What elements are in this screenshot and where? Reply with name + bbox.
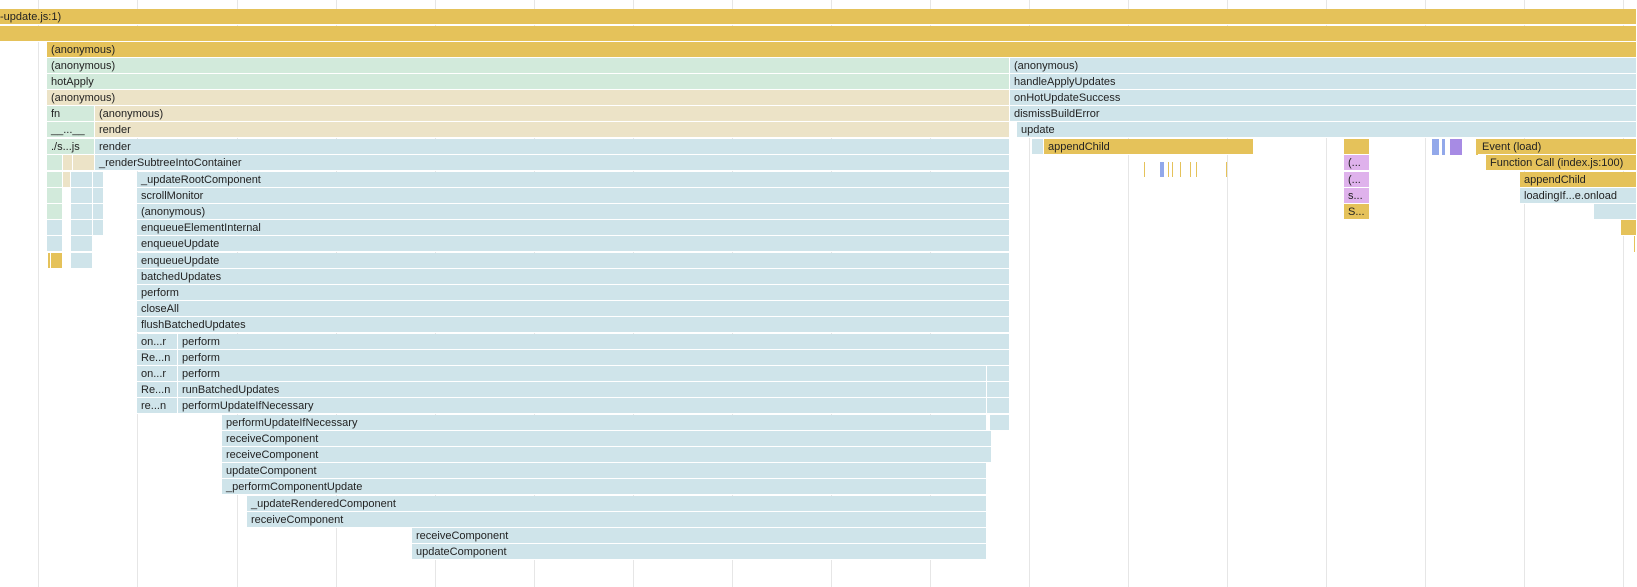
frame-tick bbox=[1160, 162, 1164, 177]
frame-rendersubtreeintocontainer[interactable]: _renderSubtreeIntoContainer bbox=[95, 155, 1010, 171]
frame-small[interactable] bbox=[71, 220, 93, 236]
grid-line bbox=[38, 0, 39, 587]
frame-S[interactable]: S... bbox=[1344, 204, 1370, 220]
frame-tick bbox=[1226, 162, 1227, 177]
frame-closeall[interactable]: closeAll bbox=[137, 301, 1010, 317]
frame-perform[interactable]: perform bbox=[178, 350, 1010, 366]
frame-small[interactable] bbox=[1621, 220, 1637, 236]
frame-on-r[interactable]: on...r bbox=[137, 366, 178, 382]
frame-small[interactable] bbox=[1450, 139, 1462, 155]
frame-runbatchedupdates[interactable]: runBatchedUpdates bbox=[178, 382, 987, 398]
frame-event-load[interactable]: Event (load) bbox=[1478, 139, 1637, 155]
frame-small[interactable] bbox=[93, 188, 104, 204]
frame-receivecomponent[interactable]: receiveComponent bbox=[222, 431, 992, 447]
frame-small[interactable] bbox=[93, 204, 104, 220]
frame-enqueueelementinternal[interactable]: enqueueElementInternal bbox=[137, 220, 1010, 236]
frame-small[interactable] bbox=[47, 155, 63, 171]
frame-small[interactable] bbox=[71, 172, 93, 188]
frame-small[interactable] bbox=[1032, 139, 1044, 155]
frame-small[interactable] bbox=[71, 236, 93, 252]
frame-perform[interactable]: perform bbox=[178, 334, 1010, 350]
frame-batchedupdates[interactable]: batchedUpdates bbox=[137, 269, 1010, 285]
frame-re-n[interactable]: Re...n bbox=[137, 382, 178, 398]
frame-small[interactable] bbox=[93, 220, 104, 236]
frame-updaterootcomponent[interactable]: _updateRootComponent bbox=[137, 172, 1010, 188]
frame-function-call[interactable]: Function Call (index.js:100) bbox=[1486, 155, 1637, 171]
frame-receivecomponent[interactable]: receiveComponent bbox=[412, 528, 987, 544]
frame-updatecomponent[interactable]: updateComponent bbox=[412, 544, 987, 560]
frame-tick bbox=[1196, 162, 1197, 177]
frame-small[interactable] bbox=[71, 253, 93, 269]
frame-re-n[interactable]: re...n bbox=[137, 398, 178, 414]
frame-anonymous[interactable]: (anonymous) bbox=[95, 106, 1010, 122]
frame-performupdateifnecessary[interactable]: performUpdateIfNecessary bbox=[222, 415, 987, 431]
frame-s[interactable]: s... bbox=[1344, 188, 1370, 204]
frame-small[interactable] bbox=[987, 398, 1010, 414]
frame-render[interactable]: render bbox=[95, 122, 1010, 138]
frame-update[interactable]: update bbox=[1017, 122, 1637, 138]
frame-updatecomponent[interactable]: updateComponent bbox=[222, 463, 987, 479]
frame-flushbatchedupdates[interactable]: flushBatchedUpdates bbox=[137, 317, 1010, 333]
frame-small[interactable] bbox=[47, 188, 63, 204]
frame-tick bbox=[1634, 236, 1635, 252]
frame-anonymous-left[interactable]: (anonymous) bbox=[47, 58, 1010, 74]
frame-fn[interactable]: fn bbox=[47, 106, 95, 122]
frame-performupdateifnecessary[interactable]: performUpdateIfNecessary bbox=[178, 398, 987, 414]
frame-enqueueupdate[interactable]: enqueueUpdate bbox=[137, 253, 1010, 269]
frame-small[interactable] bbox=[71, 188, 93, 204]
frame-handleapplyupdates[interactable]: handleApplyUpdates bbox=[1010, 74, 1637, 90]
frame-performcomponentupdate[interactable]: _performComponentUpdate bbox=[222, 479, 987, 495]
frame-anonymous[interactable]: (anonymous) bbox=[137, 204, 1010, 220]
frame-anonymous-left[interactable]: (anonymous) bbox=[47, 90, 1010, 106]
frame-tick bbox=[1172, 162, 1173, 177]
frame-perform[interactable]: perform bbox=[137, 285, 1010, 301]
frame-receivecomponent[interactable]: receiveComponent bbox=[222, 447, 992, 463]
frame-anonymous[interactable]: (anonymous) bbox=[47, 42, 1637, 58]
frame-small[interactable] bbox=[1442, 139, 1445, 155]
frame-tick bbox=[48, 253, 50, 268]
frame-small[interactable] bbox=[93, 172, 104, 188]
frame-small[interactable] bbox=[51, 253, 63, 269]
frame-small[interactable] bbox=[63, 155, 73, 171]
frame-short[interactable]: __...__ bbox=[47, 122, 95, 138]
frame-update-js[interactable]: -update.js:1) bbox=[0, 9, 1637, 25]
frame-small[interactable] bbox=[63, 172, 71, 188]
frame-tick bbox=[1190, 162, 1191, 177]
frame-small[interactable] bbox=[73, 155, 95, 171]
frame-small[interactable] bbox=[1432, 139, 1439, 155]
frame-appendchild[interactable]: appendChild bbox=[1044, 139, 1254, 155]
frame-appendchild[interactable]: appendChild bbox=[1520, 172, 1637, 188]
frame-dismissbuilderror[interactable]: dismissBuildError bbox=[1010, 106, 1637, 122]
frame-small[interactable] bbox=[47, 172, 63, 188]
frame-small[interactable] bbox=[71, 204, 93, 220]
frame-enqueueupdate[interactable]: enqueueUpdate bbox=[137, 236, 1010, 252]
frame-onhotupdatesuccess[interactable]: onHotUpdateSuccess bbox=[1010, 90, 1637, 106]
frame-re-n[interactable]: Re...n bbox=[137, 350, 178, 366]
frame-small[interactable] bbox=[987, 382, 1010, 398]
frame-tick bbox=[1144, 162, 1145, 177]
frame-small[interactable] bbox=[990, 415, 1010, 431]
frame-perform[interactable]: perform bbox=[178, 366, 987, 382]
frame-root-child[interactable] bbox=[0, 26, 1637, 42]
frame-small[interactable] bbox=[1594, 204, 1637, 220]
frame-hotapply[interactable]: hotApply bbox=[47, 74, 1010, 90]
frame-paren[interactable]: (... bbox=[1344, 172, 1370, 188]
frame-anonymous-right[interactable]: (anonymous) bbox=[1010, 58, 1637, 74]
frame-receivecomponent[interactable]: receiveComponent bbox=[247, 512, 987, 528]
frame-small[interactable] bbox=[47, 236, 63, 252]
frame-updaterenderedcomponent[interactable]: _updateRenderedComponent bbox=[247, 496, 987, 512]
frame-small[interactable] bbox=[987, 366, 1010, 382]
frame-loadingif-onload[interactable]: loadingIf...e.onload bbox=[1520, 188, 1637, 204]
frame-small[interactable] bbox=[1344, 139, 1370, 155]
frame-small[interactable] bbox=[47, 204, 63, 220]
frame-small[interactable] bbox=[47, 220, 63, 236]
frame-tick bbox=[1180, 162, 1181, 177]
frame-paren[interactable]: (... bbox=[1344, 155, 1370, 171]
frame-on-r[interactable]: on...r bbox=[137, 334, 178, 350]
frame-scrollmonitor[interactable]: scrollMonitor bbox=[137, 188, 1010, 204]
frame-render[interactable]: render bbox=[95, 139, 1010, 155]
frame-short-js[interactable]: ./s...js bbox=[47, 139, 95, 155]
frame-tick bbox=[1168, 162, 1169, 177]
